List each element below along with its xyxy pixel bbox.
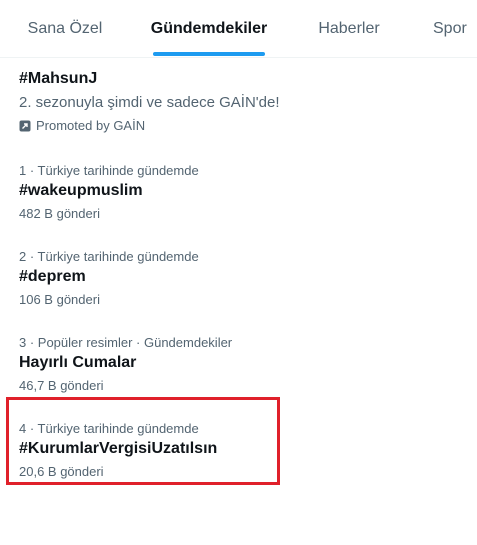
tab-for-you[interactable]: Sana Özel <box>0 0 130 57</box>
trend-item[interactable]: 4 · Türkiye tarihinde gündemde #Kurumlar… <box>0 416 477 488</box>
trend-meta: 1 · Türkiye tarihinde gündemde <box>19 163 199 178</box>
tab-trending[interactable]: Gündemdekiler <box>136 0 282 57</box>
trend-item[interactable]: 1 · Türkiye tarihinde gündemde #wakeupmu… <box>0 158 477 230</box>
promoted-trend[interactable]: #MahsunJ 2. sezonuyla şimdi ve sadece GA… <box>0 60 477 142</box>
trend-title: Hayırlı Cumalar <box>19 354 137 371</box>
trend-meta: 2 · Türkiye tarihinde gündemde <box>19 249 199 264</box>
trend-title: #deprem <box>19 268 86 285</box>
trend-meta: 4 · Türkiye tarihinde gündemde <box>19 421 199 436</box>
trend-post-count: 46,7 B gönderi <box>19 378 104 393</box>
trend-title: #wakeupmuslim <box>19 182 143 199</box>
trend-item[interactable]: 3 · Popüler resimler · Gündemdekiler Hay… <box>0 330 477 402</box>
tab-sports[interactable]: Spor <box>415 0 477 57</box>
promoted-by-label: Promoted by GAİN <box>19 118 145 133</box>
explore-page: Sana Özel Gündemdekiler Haberler Spor #M… <box>0 0 477 545</box>
trend-meta: 3 · Popüler resimler · Gündemdekiler <box>19 335 233 350</box>
active-tab-indicator <box>153 52 265 56</box>
promoted-trend-description: 2. sezonuyla şimdi ve sadece GAİN'de! <box>19 94 280 111</box>
trend-post-count: 106 B gönderi <box>19 292 100 307</box>
tab-news[interactable]: Haberler <box>290 0 408 57</box>
trend-post-count: 20,6 B gönderi <box>19 464 104 479</box>
trend-post-count: 482 B gönderi <box>19 206 100 221</box>
explore-tabs: Sana Özel Gündemdekiler Haberler Spor <box>0 0 477 58</box>
trend-title: #KurumlarVergisiUzatılsın <box>19 440 218 457</box>
promoted-trend-title: #MahsunJ <box>19 70 98 87</box>
promoted-by-text: Promoted by GAİN <box>36 118 146 133</box>
promoted-icon <box>19 120 31 131</box>
trend-item[interactable]: 2 · Türkiye tarihinde gündemde #deprem 1… <box>0 244 477 316</box>
